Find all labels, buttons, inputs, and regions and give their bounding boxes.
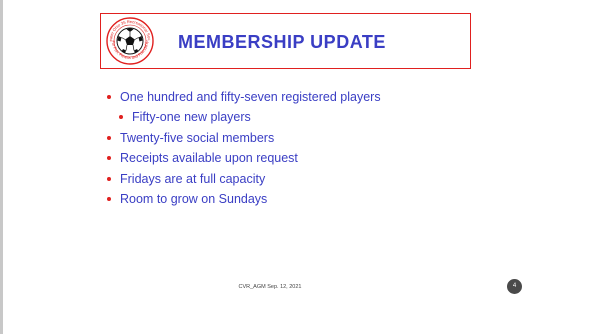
bullet-item: One hundred and fifty-seven registered p… (104, 87, 544, 107)
soccer-ball-logo-icon: Greater Ohio 35 Recreational Soccer For … (106, 17, 154, 65)
bullet-marker (107, 176, 111, 181)
bullet-text: One hundred and fifty-seven registered p… (120, 90, 381, 104)
sub-bullet-item: Fifty-one new players (104, 107, 544, 127)
slide-footer: CVR_AGM Sep. 12, 2021 (238, 284, 302, 290)
bullet-list: One hundred and fifty-seven registered p… (104, 87, 544, 209)
slide-title: MEMBERSHIP UPDATE (178, 32, 386, 52)
bullet-text: Fifty-one new players (132, 110, 251, 125)
bullet-marker (119, 115, 123, 120)
bullet-item: Room to grow on Sundays (104, 189, 544, 209)
title-box: Greater Ohio 35 Recreational Soccer For … (100, 13, 471, 69)
bullet-text: Receipts available upon request (120, 151, 298, 166)
bullet-text: Room to grow on Sundays (120, 192, 268, 207)
bullet-marker (107, 156, 111, 161)
bullet-marker (107, 135, 111, 140)
slide: Greater Ohio 35 Recreational Soccer For … (0, 0, 606, 334)
page-number-badge: 4 (507, 279, 522, 294)
bullet-item: Twenty-five social members (104, 128, 544, 148)
bullet-item: Fridays are at full capacity (104, 169, 544, 189)
bullet-text: Fridays are at full capacity (120, 171, 266, 186)
bullet-marker (107, 95, 111, 99)
bullet-text: Twenty-five social members (120, 130, 275, 145)
bullet-item: Receipts available upon request (104, 148, 544, 168)
bullet-marker (107, 197, 111, 202)
